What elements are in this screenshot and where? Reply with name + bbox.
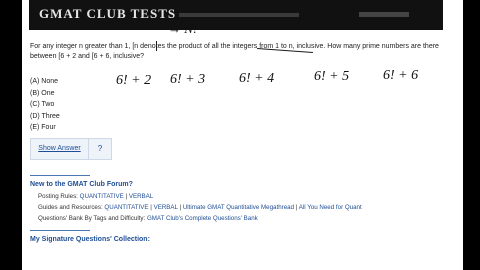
guides-verbal-link[interactable]: VERBAL: [154, 204, 178, 211]
posting-rules-label: Posting Rules:: [38, 193, 78, 200]
guides-label: Guides and Resources:: [38, 204, 103, 211]
signature-title: My Signature Questions' Collection:: [30, 236, 150, 243]
header-blurred-text: [179, 13, 299, 17]
guides-megathread-link[interactable]: Ultimate GMAT Quantitative Megathread: [183, 204, 294, 211]
option-d: (D) Three: [30, 112, 60, 120]
answer-toolbar: Show Answer ?: [30, 138, 112, 160]
handwritten-term-5: 6! + 6: [383, 68, 419, 83]
handwritten-term-3: 6! + 4: [239, 71, 275, 86]
guides-all-quant-link[interactable]: All You Need for Quant: [299, 204, 362, 211]
forum-section-title: New to the GMAT Club Forum?: [30, 181, 133, 188]
handwritten-term-4: 6! + 5: [314, 69, 350, 84]
signature-divider: [30, 230, 90, 231]
header-title: GMAT CLUB TESTS: [39, 6, 177, 21]
question-text: For any integer n greater than 1, [n den…: [30, 43, 439, 60]
handwritten-term-1: 6! + 2: [116, 73, 152, 88]
option-c: (C) Two: [30, 101, 55, 108]
option-e: (E) Four: [30, 124, 56, 131]
questions-bank-label: Questions' Bank By Tags and Difficulty:: [38, 215, 146, 222]
questions-bank-line: Questions' Bank By Tags and Difficulty: …: [38, 215, 258, 222]
option-b: (B) One: [30, 89, 55, 97]
post-header-bar: GMAT CLUB TESTS: [29, 0, 443, 30]
help-button[interactable]: ?: [89, 139, 111, 159]
posting-rules-line: Posting Rules: QUANTITATIVE | VERBAL: [38, 193, 154, 200]
questions-bank-link[interactable]: GMAT Club's Complete Questions' Bank: [147, 215, 258, 222]
handwritten-note-n-factorial: → N!: [168, 21, 198, 36]
guides-line: Guides and Resources: QUANTITATIVE | VER…: [38, 204, 362, 211]
option-a: (A) None: [30, 78, 59, 85]
handwritten-term-2: 6! + 3: [170, 72, 206, 87]
section-divider: [30, 175, 90, 176]
answer-options: (A) None (B) One (C) Two (D) Three (E) F…: [30, 76, 60, 134]
posting-rules-quant-link[interactable]: QUANTITATIVE: [80, 193, 124, 200]
show-answer-button[interactable]: Show Answer: [31, 139, 89, 159]
header-blurred-link[interactable]: [359, 12, 409, 17]
forum-post-page: GMAT CLUB TESTS → N! For any integer n g…: [22, 0, 463, 270]
guides-quant-link[interactable]: QUANTITATIVE: [104, 204, 148, 211]
posting-rules-verbal-link[interactable]: VERBAL: [129, 193, 153, 200]
